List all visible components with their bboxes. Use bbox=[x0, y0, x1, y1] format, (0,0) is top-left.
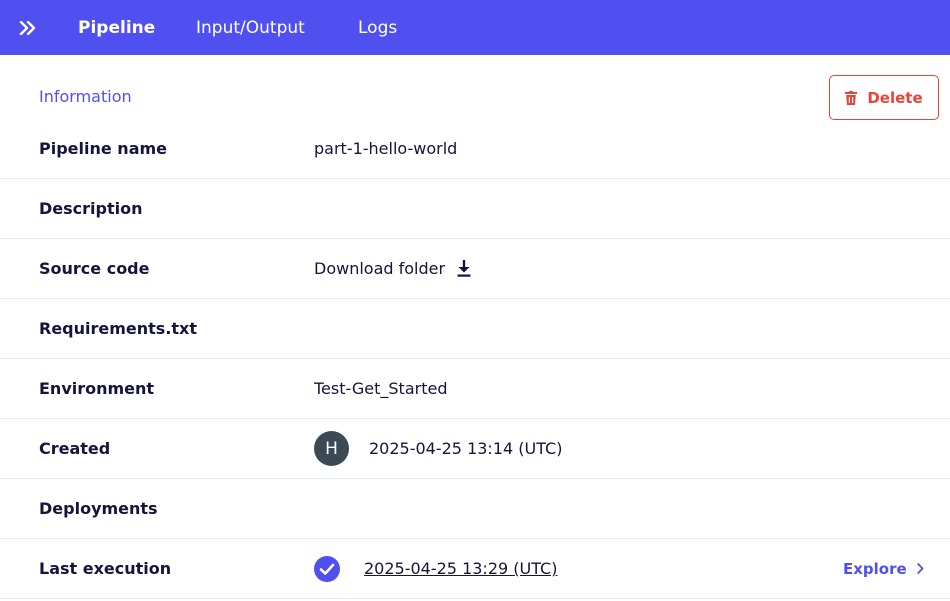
detail-row-requirements: Requirements.txt bbox=[0, 299, 950, 359]
avatar: H bbox=[314, 431, 349, 466]
environment-value: Test-Get_Started bbox=[314, 379, 448, 398]
description-label: Description bbox=[39, 199, 143, 218]
created-label: Created bbox=[39, 439, 111, 458]
detail-row-pipeline-name: Pipeline name part-1-hello-world bbox=[0, 119, 950, 179]
requirements-label: Requirements.txt bbox=[39, 319, 198, 338]
detail-row-description: Description bbox=[0, 179, 950, 239]
explore-button[interactable]: Explore bbox=[843, 539, 924, 598]
download-folder-label: Download folder bbox=[314, 259, 446, 278]
delete-button-label: Delete bbox=[867, 88, 923, 107]
source-code-label: Source code bbox=[39, 259, 150, 278]
deployments-label: Deployments bbox=[39, 499, 158, 518]
detail-row-deployments: Deployments bbox=[0, 479, 950, 539]
tab-input-output[interactable]: Input/Output bbox=[196, 0, 305, 55]
last-execution-label: Last execution bbox=[39, 559, 172, 578]
trash-icon bbox=[845, 90, 858, 105]
double-chevron-right-icon bbox=[19, 21, 36, 35]
chevron-right-icon bbox=[916, 563, 924, 574]
environment-label: Environment bbox=[39, 379, 155, 398]
pipeline-name-value: part-1-hello-world bbox=[314, 139, 458, 158]
detail-row-last-execution: Last execution 2025-04-25 13:29 (UTC) Ex… bbox=[0, 539, 950, 599]
expand-sidebar-button[interactable] bbox=[17, 17, 39, 39]
top-nav-bar: Pipeline Input/Output Logs bbox=[0, 0, 950, 55]
section-title: Information bbox=[39, 87, 132, 106]
download-icon bbox=[457, 260, 471, 277]
delete-button[interactable]: Delete bbox=[829, 75, 939, 120]
download-folder-link[interactable]: Download folder bbox=[314, 259, 471, 278]
detail-row-environment: Environment Test-Get_Started bbox=[0, 359, 950, 419]
explore-label: Explore bbox=[843, 559, 907, 578]
detail-row-source-code: Source code Download folder bbox=[0, 239, 950, 299]
last-execution-link[interactable]: 2025-04-25 13:29 (UTC) bbox=[364, 559, 557, 578]
created-timestamp: 2025-04-25 13:14 (UTC) bbox=[369, 439, 563, 458]
pipeline-name-label: Pipeline name bbox=[39, 139, 168, 158]
check-circle-icon bbox=[314, 555, 340, 582]
tab-logs[interactable]: Logs bbox=[358, 0, 397, 55]
tab-pipeline[interactable]: Pipeline bbox=[78, 0, 155, 55]
detail-row-created: Created H 2025-04-25 13:14 (UTC) bbox=[0, 419, 950, 479]
